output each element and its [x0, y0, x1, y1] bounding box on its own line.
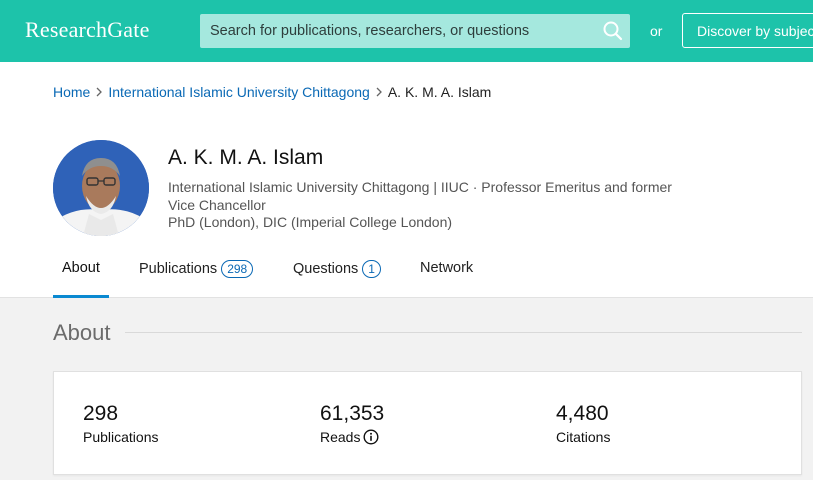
tab-network[interactable]: Network	[420, 250, 473, 298]
tab-publications-label: Publications	[139, 261, 218, 277]
stat-citations[interactable]: 4,480 Citations	[556, 402, 610, 445]
publications-count-badge: 298	[221, 260, 254, 278]
researchgate-logo[interactable]: ResearchGate	[25, 17, 150, 43]
profile-affiliation: International Islamic University Chittag…	[168, 179, 672, 213]
profile-degree: PhD (London), DIC (Imperial College Lond…	[168, 214, 453, 230]
stat-label: Reads	[320, 429, 384, 445]
stat-value: 61,353	[320, 402, 385, 425]
tab-questions[interactable]: Questions 1	[293, 250, 381, 298]
search-bar[interactable]: Search for publications, researchers, or…	[200, 14, 630, 48]
profile-header: Home International Islamic University Ch…	[0, 62, 813, 298]
search-icon[interactable]	[602, 20, 624, 42]
info-icon[interactable]	[363, 429, 379, 445]
stat-label: Publications	[83, 429, 159, 445]
discover-button-label: Discover by subject area	[697, 23, 813, 39]
tab-questions-label: Questions	[293, 261, 359, 277]
stat-publications[interactable]: 298 Publications	[83, 402, 159, 445]
divider	[125, 332, 802, 333]
profile-name: A. K. M. A. Islam	[168, 146, 324, 169]
breadcrumb: Home International Islamic University Ch…	[53, 84, 491, 100]
search-input[interactable]: Search for publications, researchers, or…	[210, 23, 529, 39]
questions-count-badge: 1	[362, 260, 381, 278]
stats-card: 298 Publications 61,353 Reads 4,480 Cita…	[53, 371, 802, 475]
stat-value: 4,480	[556, 402, 609, 425]
about-heading: About	[53, 320, 111, 345]
stat-label: Citations	[556, 429, 611, 445]
stat-reads[interactable]: 61,353 Reads	[320, 402, 384, 445]
breadcrumb-institution[interactable]: International Islamic University Chittag…	[108, 84, 369, 100]
discover-button[interactable]: Discover by subject area	[682, 13, 813, 48]
tab-network-label: Network	[420, 260, 474, 276]
chevron-right-icon	[376, 87, 382, 97]
profile-photo	[53, 140, 149, 236]
top-bar: ResearchGate Search for publications, re…	[0, 0, 813, 62]
chevron-right-icon	[96, 87, 103, 97]
or-label: or	[650, 23, 663, 39]
tab-publications[interactable]: Publications 298	[139, 250, 254, 298]
tab-about-label: About	[62, 260, 100, 276]
avatar[interactable]	[53, 140, 149, 236]
breadcrumb-current: A. K. M. A. Islam	[387, 84, 492, 100]
breadcrumb-home[interactable]: Home	[53, 84, 90, 100]
stat-value: 298	[83, 402, 119, 425]
tab-about[interactable]: About	[53, 250, 109, 298]
